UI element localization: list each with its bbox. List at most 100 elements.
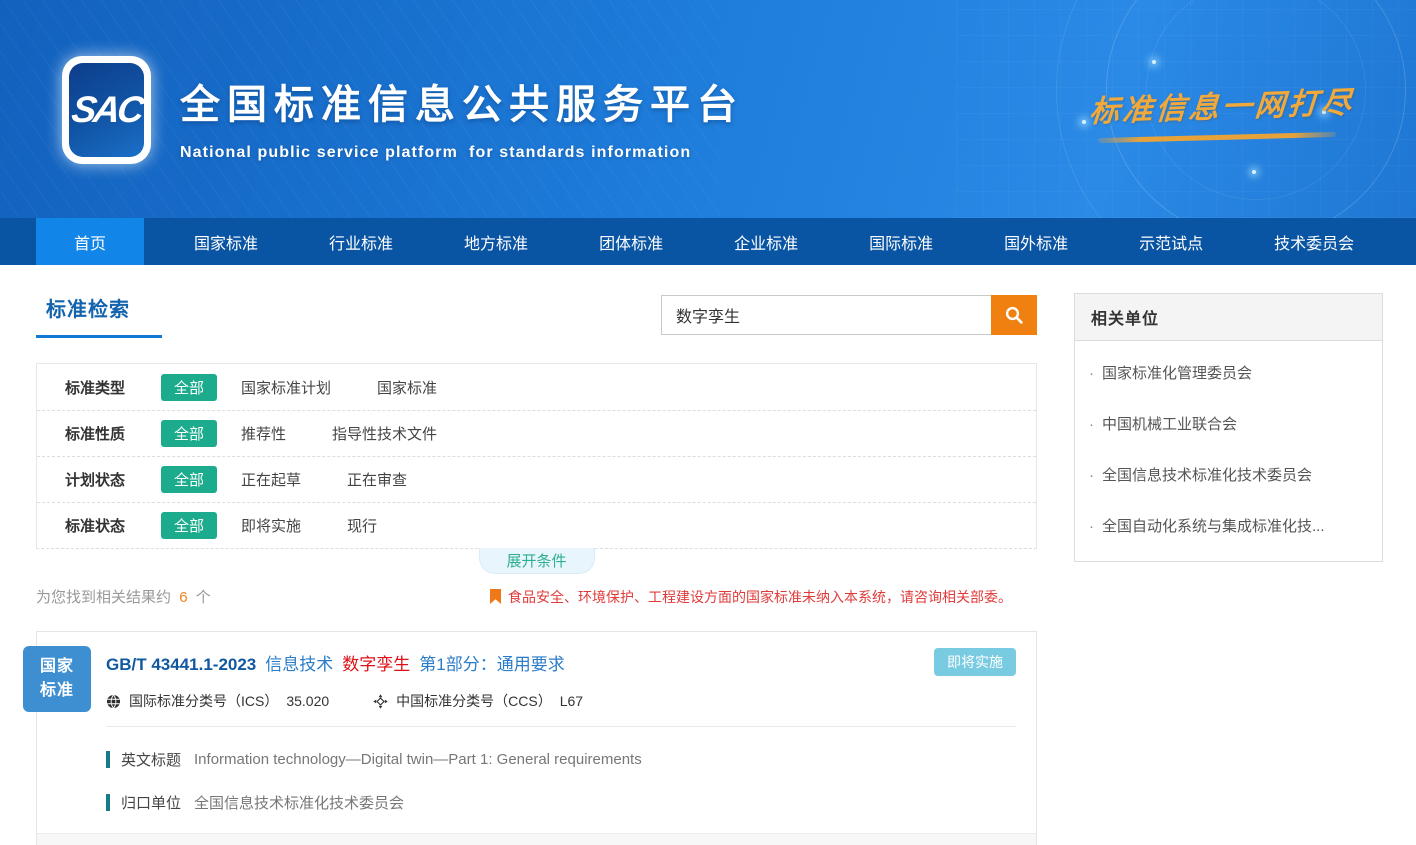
filter-option[interactable]: 国家标准计划: [241, 377, 331, 398]
related-org-label: 中国机械工业联合会: [1102, 416, 1237, 433]
filter-option[interactable]: 指导性技术文件: [332, 423, 437, 444]
field-committee: 归口单位 全国信息技术标准化技术委员会: [106, 792, 1016, 813]
main-column: 标准检索 标准类型: [36, 293, 1037, 845]
ccs-group: 中国标准分类号（CCS） L67: [373, 691, 583, 711]
nav-tab-national-standards[interactable]: 国家标准: [166, 218, 286, 265]
bullet: ·: [1089, 518, 1094, 535]
status-badge: 即将实施: [934, 648, 1016, 676]
search-input[interactable]: [661, 295, 991, 335]
filter-label: 计划状态: [65, 469, 127, 490]
nav-tab-home[interactable]: 首页: [36, 218, 144, 265]
search-row: 标准检索: [36, 293, 1037, 349]
filter-selected-badge[interactable]: 全部: [161, 374, 217, 401]
spark-decoration: [1152, 60, 1156, 64]
card-footer: 发布于 2023-11-27 实施于 2024-06-01: [37, 833, 1036, 845]
result-row: 为您找到相关结果约 6 个 食品安全、环境保护、工程建设方面的国家标准未纳入本系…: [36, 586, 1037, 607]
bullet: ·: [1089, 416, 1094, 433]
page: SAC 全国标准信息公共服务平台 National public service…: [0, 0, 1416, 845]
search-button[interactable]: [991, 295, 1037, 335]
compass-icon: [373, 694, 388, 709]
spark-decoration: [1252, 170, 1256, 174]
filter-row-standard-status: 标准状态 全部 即将实施 现行: [37, 502, 1036, 548]
related-orgs-title: 相关单位: [1075, 294, 1382, 341]
sac-logo-inner: SAC: [69, 63, 144, 157]
related-org-label: 全国信息技术标准化技术委员会: [1102, 467, 1312, 484]
standard-title-highlight: 数字孪生: [342, 650, 410, 675]
expand-conditions-button[interactable]: 展开条件: [479, 548, 595, 574]
filter-row-plan-status: 计划状态 全部 正在起草 正在审查: [37, 456, 1036, 502]
bullet: ·: [1089, 467, 1094, 484]
filter-label: 标准类型: [65, 377, 127, 398]
header-titles: 全国标准信息公共服务平台 National public service pla…: [180, 72, 744, 162]
result-count-number: 6: [179, 589, 187, 606]
search-icon: [1004, 305, 1024, 325]
filter-label: 标准状态: [65, 515, 127, 536]
filter-selected-badge[interactable]: 全部: [161, 420, 217, 447]
related-org-link[interactable]: · 全国信息技术标准化技术委员会: [1075, 449, 1382, 500]
result-count-suffix: 个: [196, 589, 211, 606]
nav-tab-industry-standards[interactable]: 行业标准: [301, 218, 421, 265]
section-title-wrap: 标准检索: [36, 293, 162, 338]
filter-row-standard-nature: 标准性质 全部 推荐性 指导性技术文件: [37, 410, 1036, 456]
filter-row-standard-type: 标准类型 全部 国家标准计划 国家标准: [37, 364, 1036, 410]
related-orgs-panel: 相关单位 ·国家标准化管理委员会 · 中国机械工业联合会 · 全国信息技术标准化技术…: [1074, 293, 1383, 562]
standard-card: 国家 标准 即将实施 GB/T 43441.1-2023 信息技术 数字孪生 第…: [36, 631, 1037, 845]
type-badge-line2: 标准: [23, 679, 91, 703]
field-marker-bar: [106, 794, 110, 811]
filter-option[interactable]: 正在审查: [347, 469, 407, 490]
related-org-link[interactable]: · 全国自动化系统与集成标准化技...: [1075, 500, 1382, 551]
nav-tab-enterprise-standards[interactable]: 企业标准: [706, 218, 826, 265]
standard-title-part2: 第1部分：通用要求: [419, 650, 564, 675]
filter-selected-badge[interactable]: 全部: [161, 466, 217, 493]
related-org-link[interactable]: ·国家标准化管理委员会: [1075, 347, 1382, 398]
standard-title-link[interactable]: GB/T 43441.1-2023 信息技术 数字孪生 第1部分：通用要求: [106, 650, 1016, 675]
filter-option[interactable]: 正在起草: [241, 469, 301, 490]
related-orgs-list: ·国家标准化管理委员会 · 中国机械工业联合会 · 全国信息技术标准化技术委员会 ·…: [1075, 341, 1382, 561]
notice: 食品安全、环境保护、工程建设方面的国家标准未纳入本系统，请咨询相关部委。: [490, 587, 1012, 607]
standard-title-part1: 信息技术: [265, 650, 333, 675]
slogan: 标准信息一网打尽: [1090, 82, 1360, 140]
nav-tab-international-standards[interactable]: 国际标准: [841, 218, 961, 265]
type-badge-line1: 国家: [23, 655, 91, 679]
nav-tab-pilot[interactable]: 示范试点: [1111, 218, 1231, 265]
field-value: 全国信息技术标准化技术委员会: [194, 792, 404, 813]
filter-option[interactable]: 国家标准: [377, 377, 437, 398]
ccs-value: L67: [560, 693, 583, 709]
site-title: 全国标准信息公共服务平台: [180, 72, 744, 130]
card-divider: [106, 726, 1016, 727]
classification-row: 国际标准分类号（ICS） 35.020: [106, 691, 1016, 711]
related-org-label: 全国自动化系统与集成标准化技...: [1102, 518, 1325, 535]
site-header: SAC 全国标准信息公共服务平台 National public service…: [0, 0, 1416, 218]
field-english-title: 英文标题 Information technology—Digital twin…: [106, 749, 1016, 770]
bullet: ·: [1089, 365, 1094, 382]
nav-tab-group-standards[interactable]: 团体标准: [571, 218, 691, 265]
filter-selected-badge[interactable]: 全部: [161, 512, 217, 539]
related-org-link[interactable]: · 中国机械工业联合会: [1075, 398, 1382, 449]
spark-decoration: [1082, 120, 1086, 124]
nav-tab-local-standards[interactable]: 地方标准: [436, 218, 556, 265]
ics-label: 国际标准分类号（ICS）: [129, 691, 278, 711]
field-label: 归口单位: [121, 792, 181, 813]
field-marker-bar: [106, 751, 110, 768]
ccs-label: 中国标准分类号（CCS）: [396, 691, 552, 711]
bookmark-icon: [490, 589, 501, 604]
globe-icon: [106, 694, 121, 709]
filter-panel: 标准类型 全部 国家标准计划 国家标准 标准性质 全部 推荐性 指导性技术文件 …: [36, 363, 1037, 549]
result-count: 为您找到相关结果约 6 个: [36, 586, 211, 607]
field-value: Information technology—Digital twin—Part…: [194, 751, 642, 768]
content: 标准检索 标准类型: [0, 265, 1416, 845]
filter-option[interactable]: 现行: [347, 515, 377, 536]
filter-option[interactable]: 即将实施: [241, 515, 301, 536]
expand-wrap: 展开条件: [36, 548, 1037, 574]
ics-value: 35.020: [286, 693, 329, 709]
nav-tab-technical-committee[interactable]: 技术委员会: [1246, 218, 1382, 265]
card-body: GB/T 43441.1-2023 信息技术 数字孪生 第1部分：通用要求 国: [37, 632, 1036, 813]
standard-type-badge: 国家 标准: [23, 646, 91, 712]
sac-logo-text: SAC: [69, 89, 144, 131]
main-nav: 首页 国家标准 行业标准 地方标准 团体标准 企业标准 国际标准 国外标准 示范…: [0, 218, 1416, 265]
nav-tab-foreign-standards[interactable]: 国外标准: [976, 218, 1096, 265]
notice-text: 食品安全、环境保护、工程建设方面的国家标准未纳入本系统，请咨询相关部委。: [508, 587, 1012, 607]
site-subtitle: National public service platform for sta…: [180, 144, 744, 162]
filter-option[interactable]: 推荐性: [241, 423, 286, 444]
page-title: 标准检索: [46, 293, 162, 322]
